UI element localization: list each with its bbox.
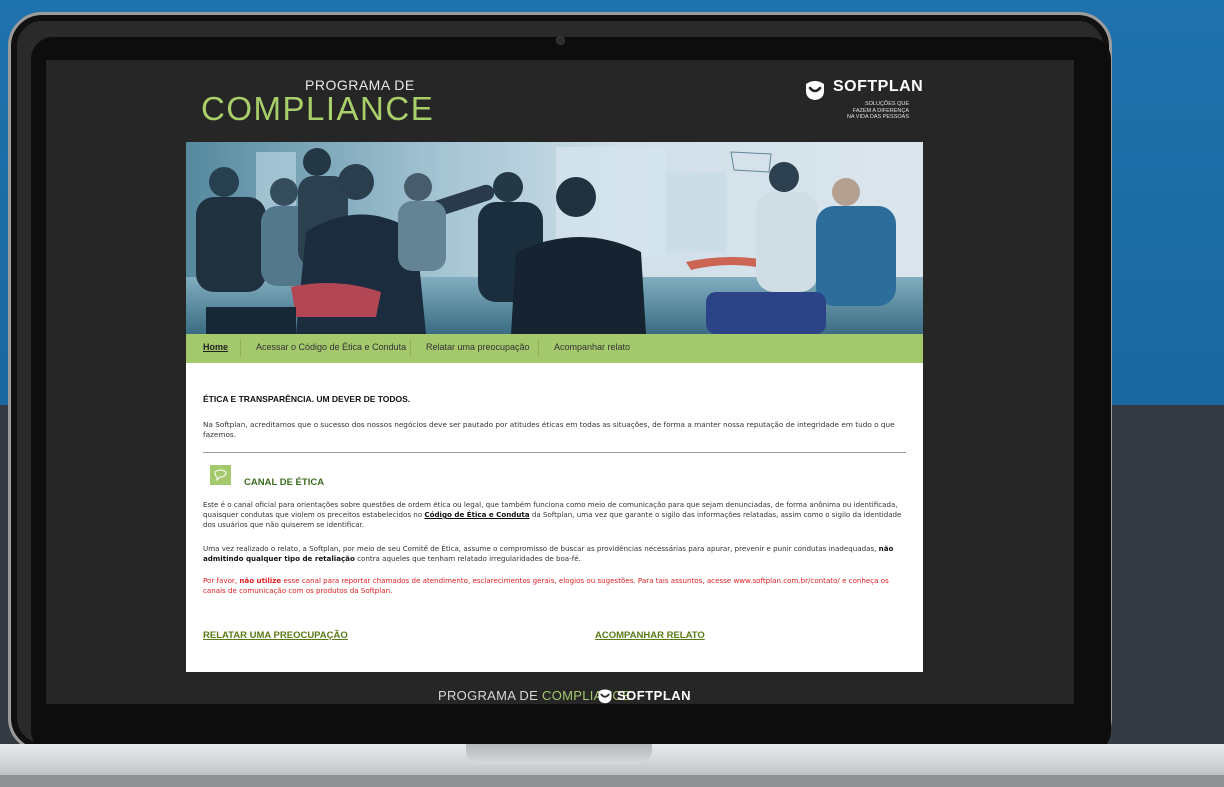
nav-item-home[interactable]: Home — [203, 342, 228, 352]
softplan-tagline: SOLUÇÕES QUE FAZEM A DIFERENÇA NA VIDA D… — [847, 101, 909, 121]
tagline-line-3: NA VIDA DAS PESSOAS — [846, 114, 909, 120]
track-report-link[interactable]: ACOMPANHAR RELATO — [595, 630, 705, 641]
laptop-base-shadow — [0, 775, 1224, 787]
footer-program-text: PROGRAMA DE — [438, 688, 543, 703]
footer-logo-text: SOFTPLAN — [617, 688, 692, 703]
page-heading: ÉTICA E TRANSPARÊNCIA. UM DEVER DE TODOS… — [203, 394, 411, 404]
softplan-logo-icon — [806, 81, 824, 100]
main-nav: Home Acessar o Código de Ética e Conduta… — [186, 334, 923, 363]
footer-logo-icon — [598, 689, 612, 704]
laptop-hinge-notch — [466, 744, 652, 764]
warning-text-a: Por favor, — [203, 576, 240, 585]
main-content: ÉTICA E TRANSPARÊNCIA. UM DEVER DE TODOS… — [203, 394, 906, 654]
nav-item-code-of-ethics[interactable]: Acessar o Código de Ética e Conduta — [256, 342, 406, 352]
canal-p2-text-b: contra aqueles que tenham relatado irreg… — [354, 554, 581, 563]
canal-paragraph-1: Este é o canal oficial para orientações … — [203, 500, 906, 530]
nav-item-report-concern[interactable]: Relatar uma preocupação — [426, 342, 530, 352]
report-concern-link[interactable]: RELATAR UMA PREOCUPAÇÃO — [203, 630, 348, 641]
canal-p2-text-a: Uma vez realizado o relato, a Softplan, … — [203, 544, 879, 553]
nav-item-track-report[interactable]: Acompanhar relato — [554, 342, 630, 352]
nav-divider — [410, 340, 411, 357]
canal-title: CANAL DE ÉTICA — [244, 477, 325, 488]
chat-bubble-icon — [210, 465, 231, 485]
warning-paragraph: Por favor, não utilize esse canal para r… — [203, 576, 906, 596]
softplan-logo-text: SOFTPLAN — [833, 78, 924, 95]
softplan-logo[interactable]: SOFTPLAN SOLUÇÕES QUE FAZEM A DIFERENÇA … — [803, 78, 923, 126]
do-not-use-text: não utilize — [239, 576, 282, 585]
footer-softplan-logo[interactable]: SOFTPLAN — [595, 688, 691, 704]
program-title: COMPLIANCE — [201, 90, 435, 127]
canal-paragraph-2: Uma vez realizado o relato, a Softplan, … — [203, 544, 906, 564]
nav-divider — [240, 340, 241, 357]
warning-text-b: esse canal para reportar chamados de ate… — [203, 576, 889, 595]
nav-divider — [538, 340, 539, 357]
webcam-icon — [556, 36, 565, 45]
hero-team-photo — [186, 142, 923, 334]
section-divider — [203, 452, 906, 453]
intro-paragraph: Na Softplan, acreditamos que o sucesso d… — [203, 420, 895, 439]
code-of-ethics-link[interactable]: Código de Ética e Conduta — [424, 510, 529, 519]
